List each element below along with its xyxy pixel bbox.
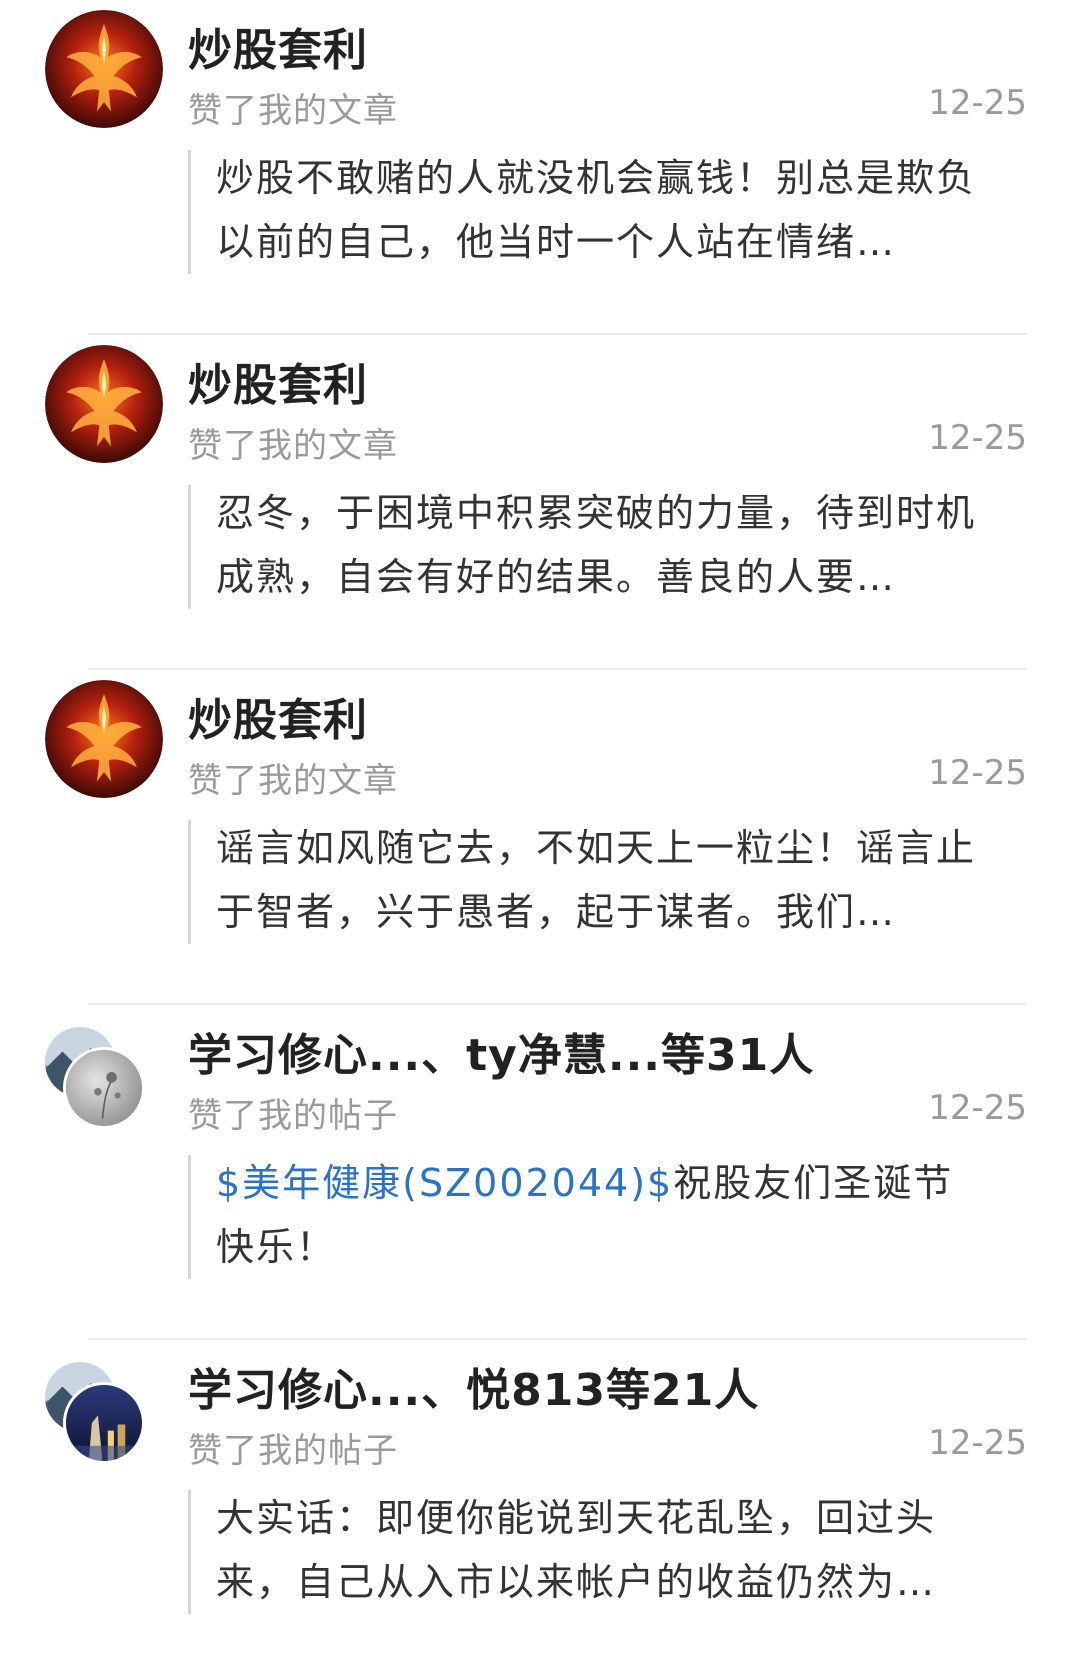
quoted-post[interactable]: 炒股不敢赌的人就没机会赢钱！别总是欺负以前的自己，他当时一个人站在情绪… [188,150,1016,274]
phoenix-avatar-icon [45,345,163,463]
timestamp: 12-25 [928,1088,1027,1128]
action-text: 赞了我的帖子 [188,1431,398,1471]
avatar[interactable] [45,680,165,800]
user-name[interactable]: 学习修心...、ty净慧...等31人 [188,1019,814,1083]
quote-text: 炒股不敢赌的人就没机会赢钱！别总是欺负以前的自己，他当时一个人站在情绪… [216,156,977,264]
avatar[interactable] [45,1015,165,1135]
notification-item[interactable]: 炒股套利 赞了我的文章 12-25 忍冬，于困境中积累突破的力量，待到时机成熟，… [0,335,1080,670]
stacked-avatars [45,1015,165,1135]
quote-text: 忍冬，于困境中积累突破的力量，待到时机成熟，自会有好的结果。善良的人要… [216,491,977,599]
phoenix-avatar-icon [45,680,163,798]
avatar[interactable] [45,10,165,130]
avatar[interactable] [45,1350,165,1470]
timestamp: 12-25 [928,753,1027,793]
quote-text: 谣言如风随它去，不如天上一粒尘！谣言止于智者，兴于愚者，起于谋者。我们… [216,826,977,934]
timestamp: 12-25 [928,418,1027,458]
timestamp: 12-25 [928,83,1027,123]
user-name[interactable]: 炒股套利 [188,14,368,78]
stacked-avatars [45,1350,165,1470]
notification-item[interactable]: 学习修心...、ty净慧...等31人 赞了我的帖子 12-25 $美年健康(S… [0,1005,1080,1340]
quoted-post[interactable]: 谣言如风随它去，不如天上一粒尘！谣言止于智者，兴于愚者，起于谋者。我们… [188,820,1016,944]
action-text: 赞了我的文章 [188,426,398,466]
user-name[interactable]: 学习修心...、悦813等21人 [188,1354,759,1418]
quoted-post[interactable]: 忍冬，于困境中积累突破的力量，待到时机成熟，自会有好的结果。善良的人要… [188,485,1016,609]
user-name[interactable]: 炒股套利 [188,684,368,748]
notification-item[interactable]: 炒股套利 赞了我的文章 12-25 谣言如风随它去，不如天上一粒尘！谣言止于智者… [0,670,1080,1005]
phoenix-avatar-icon [45,10,163,128]
action-text: 赞了我的文章 [188,761,398,801]
quoted-post[interactable]: 大实话：即便你能说到天花乱坠，回过头来，自己从入市以来帐户的收益仍然为… [188,1490,1016,1614]
action-text: 赞了我的文章 [188,91,398,131]
timestamp: 12-25 [928,1423,1027,1463]
notification-item[interactable]: 炒股套利 赞了我的文章 12-25 炒股不敢赌的人就没机会赢钱！别总是欺负以前的… [0,0,1080,335]
notification-list: 炒股套利 赞了我的文章 12-25 炒股不敢赌的人就没机会赢钱！别总是欺负以前的… [0,0,1080,1675]
night-city-avatar-icon [63,1382,145,1464]
quote-text: 大实话：即便你能说到天花乱坠，回过头来，自己从入市以来帐户的收益仍然为… [216,1496,937,1604]
avatar[interactable] [45,345,165,465]
user-name[interactable]: 炒股套利 [188,349,368,413]
quoted-post[interactable]: $美年健康(SZ002044)$祝股友们圣诞节快乐！ [188,1155,1016,1279]
flower-avatar-icon [63,1047,145,1129]
quote-text: $美年健康(SZ002044)$祝股友们圣诞节快乐！ [216,1151,986,1279]
action-text: 赞了我的帖子 [188,1096,398,1136]
stock-link[interactable]: $美年健康(SZ002044)$ [216,1161,673,1205]
notification-item[interactable]: 学习修心...、悦813等21人 赞了我的帖子 12-25 大实话：即便你能说到… [0,1340,1080,1675]
